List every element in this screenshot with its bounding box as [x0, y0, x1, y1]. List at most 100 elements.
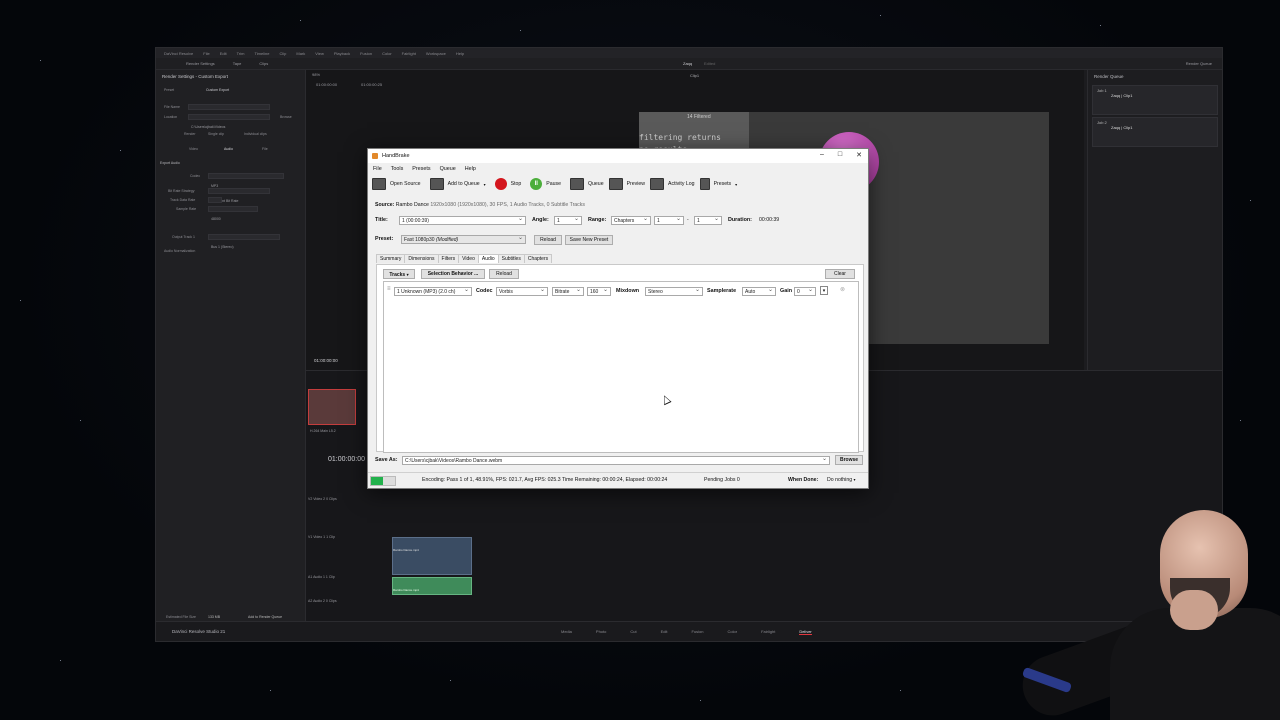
resolve-menu-6[interactable]: Mark	[296, 51, 305, 56]
tab-audio[interactable]: Audio	[477, 254, 499, 263]
resolve-menu-1[interactable]: File	[203, 51, 209, 56]
resolve-menu-0[interactable]: DaVinci Resolve	[164, 51, 193, 56]
menu-file[interactable]: File	[373, 166, 382, 172]
menu-help[interactable]: Help	[465, 166, 476, 172]
presets-button[interactable]: Presets ▾	[699, 178, 737, 190]
codec-select[interactable]: MP3	[208, 173, 284, 188]
tab-subtitles[interactable]: Subtitles	[497, 254, 525, 263]
clips-toggle[interactable]: Clips	[259, 61, 268, 66]
viewer-zoom[interactable]: 98%	[312, 72, 320, 77]
page-cut[interactable]: Cut	[630, 629, 636, 635]
bitrate-mode-select[interactable]: Bitrate	[552, 286, 584, 296]
clip-thumbnail[interactable]	[308, 389, 356, 425]
minimize-icon[interactable]: –	[820, 151, 824, 159]
resolve-menu-8[interactable]: Playback	[334, 51, 350, 56]
menu-tools[interactable]: Tools	[391, 166, 404, 172]
resolve-menu-2[interactable]: Edit	[220, 51, 227, 56]
video-clip[interactable]: Rambo Dance.mp4	[392, 537, 472, 575]
samplerate-select[interactable]: Auto	[742, 286, 776, 296]
resolve-menu-3[interactable]: Trim	[237, 51, 245, 56]
codec-select[interactable]: Vorbis	[496, 286, 548, 296]
resolve-menu-11[interactable]: Fairlight	[402, 51, 416, 56]
preset-reload-button[interactable]: Reload	[534, 235, 562, 245]
drag-handle-icon[interactable]: ≡	[387, 286, 391, 292]
title-select[interactable]: 1 (00:00:39)	[399, 215, 526, 225]
track-options-chevron-icon[interactable]: ▾	[820, 286, 828, 295]
page-fairlight[interactable]: Fairlight	[761, 629, 775, 635]
browse-button[interactable]: Browse	[280, 115, 292, 119]
clear-button[interactable]: Clear	[825, 269, 855, 279]
filename-field[interactable]: Rambo Dance	[188, 104, 270, 119]
pause-button[interactable]: II Pause	[530, 178, 561, 190]
page-color[interactable]: Color	[728, 629, 738, 635]
resolve-menu-13[interactable]: Help	[456, 51, 464, 56]
mixdown-select[interactable]: Stereo	[645, 286, 703, 296]
range-to-select[interactable]: 1	[694, 215, 722, 225]
when-done-select[interactable]: Do nothing ▾	[827, 477, 856, 483]
page-photo[interactable]: Photo	[596, 629, 606, 635]
audio-clip[interactable]: Rambo Dance.mp4	[392, 577, 472, 595]
render-settings-toggle[interactable]: Render Settings	[186, 61, 215, 66]
status-bar: Encoding: Pass 1 of 1, 48.91%, FPS: 021.…	[368, 472, 868, 488]
add-to-queue-button[interactable]: Add to Queue ▾	[429, 178, 486, 190]
resolve-menu-10[interactable]: Color	[382, 51, 392, 56]
render-queue-toggle[interactable]: Render Queue	[1186, 61, 1212, 66]
tab-dimensions[interactable]: Dimensions	[404, 254, 439, 263]
maximize-icon[interactable]: □	[838, 151, 842, 159]
render-job[interactable]: Job 1 Zaqq | Clip1	[1092, 85, 1218, 115]
output-track-select[interactable]: Bus 1 (Stereo)	[208, 234, 280, 249]
tab-summary[interactable]: Summary	[376, 254, 406, 263]
audio-normalization-toggle[interactable]: Audio Normalization	[164, 249, 195, 253]
page-edit[interactable]: Edit	[661, 629, 668, 635]
individual-clips-radio[interactable]: Individual clips	[244, 132, 267, 136]
track-bitrate-field[interactable]: 320	[208, 197, 222, 212]
save-new-preset-button[interactable]: Save New Preset	[565, 235, 613, 245]
preset-value[interactable]: Custom Export	[206, 88, 229, 92]
tab-audio[interactable]: Audio	[224, 147, 233, 151]
tracks-button[interactable]: Tracks ▾	[383, 269, 415, 279]
close-icon[interactable]: ✕	[856, 151, 862, 159]
tab-video[interactable]: Video	[189, 147, 198, 151]
page-fusion[interactable]: Fusion	[692, 629, 704, 635]
range-type-select[interactable]: Chapters	[611, 215, 651, 225]
activity-log-button[interactable]: Activity Log	[650, 178, 695, 190]
tab-file[interactable]: File	[262, 147, 268, 151]
save-as-input[interactable]: C:\Users\cjbak\Videos\Rambo Dance.webm	[402, 455, 830, 465]
audio-reload-button[interactable]: Reload	[489, 269, 519, 279]
tab-filters[interactable]: Filters	[437, 254, 460, 263]
page-media[interactable]: Media	[561, 629, 572, 635]
page-deliver[interactable]: Deliver	[799, 629, 812, 635]
remove-track-icon[interactable]: ⊗	[840, 286, 845, 293]
resolve-menu-5[interactable]: Clip	[279, 51, 286, 56]
resolve-menu-4[interactable]: Timeline	[255, 51, 270, 56]
resolve-menu-12[interactable]: Workspace	[426, 51, 446, 56]
star	[40, 60, 41, 61]
resolve-menu-7[interactable]: View	[315, 51, 324, 56]
menu-queue[interactable]: Queue	[440, 166, 456, 172]
export-audio-checkbox[interactable]: Export Audio	[160, 161, 180, 165]
add-to-render-queue-button[interactable]: Add to Render Queue	[248, 615, 282, 619]
tape-toggle[interactable]: Tape	[233, 61, 242, 66]
stop-button[interactable]: Stop	[494, 178, 521, 190]
menu-presets[interactable]: Presets	[412, 166, 430, 172]
location-field[interactable]: C:\Users\cjbak\Videos	[188, 114, 270, 129]
bitrate-select[interactable]: 160	[587, 286, 611, 296]
tab-chapters[interactable]: Chapters	[523, 254, 553, 263]
audio-source-select[interactable]: 1 Unknown (MP3) (2.0 ch)	[394, 286, 472, 296]
preview-button[interactable]: Preview	[608, 178, 645, 190]
chevron-down-icon[interactable]: ▾	[484, 182, 486, 187]
single-clip-radio[interactable]: Single clip	[208, 132, 224, 136]
browse-button[interactable]: Browse	[835, 455, 863, 465]
queue-button[interactable]: Queue	[570, 178, 604, 190]
selection-behavior-button[interactable]: Selection Behavior ...	[421, 269, 485, 279]
angle-select[interactable]: 1	[554, 215, 582, 225]
tab-video[interactable]: Video	[458, 254, 479, 263]
render-job[interactable]: Job 2 Zaqq | Clip1	[1092, 117, 1218, 147]
open-source-button[interactable]: Open Source	[372, 178, 421, 190]
range-from-select[interactable]: 1	[654, 215, 684, 225]
resolve-menu-9[interactable]: Fusion	[360, 51, 372, 56]
bitrate-strategy-select[interactable]: Constant Bit Rate	[208, 188, 270, 203]
preset-select[interactable]: Fast 1080p30 (Modified)	[401, 234, 526, 244]
sample-rate-select[interactable]: 48000	[208, 206, 258, 221]
gain-stepper[interactable]: 0	[794, 286, 816, 296]
